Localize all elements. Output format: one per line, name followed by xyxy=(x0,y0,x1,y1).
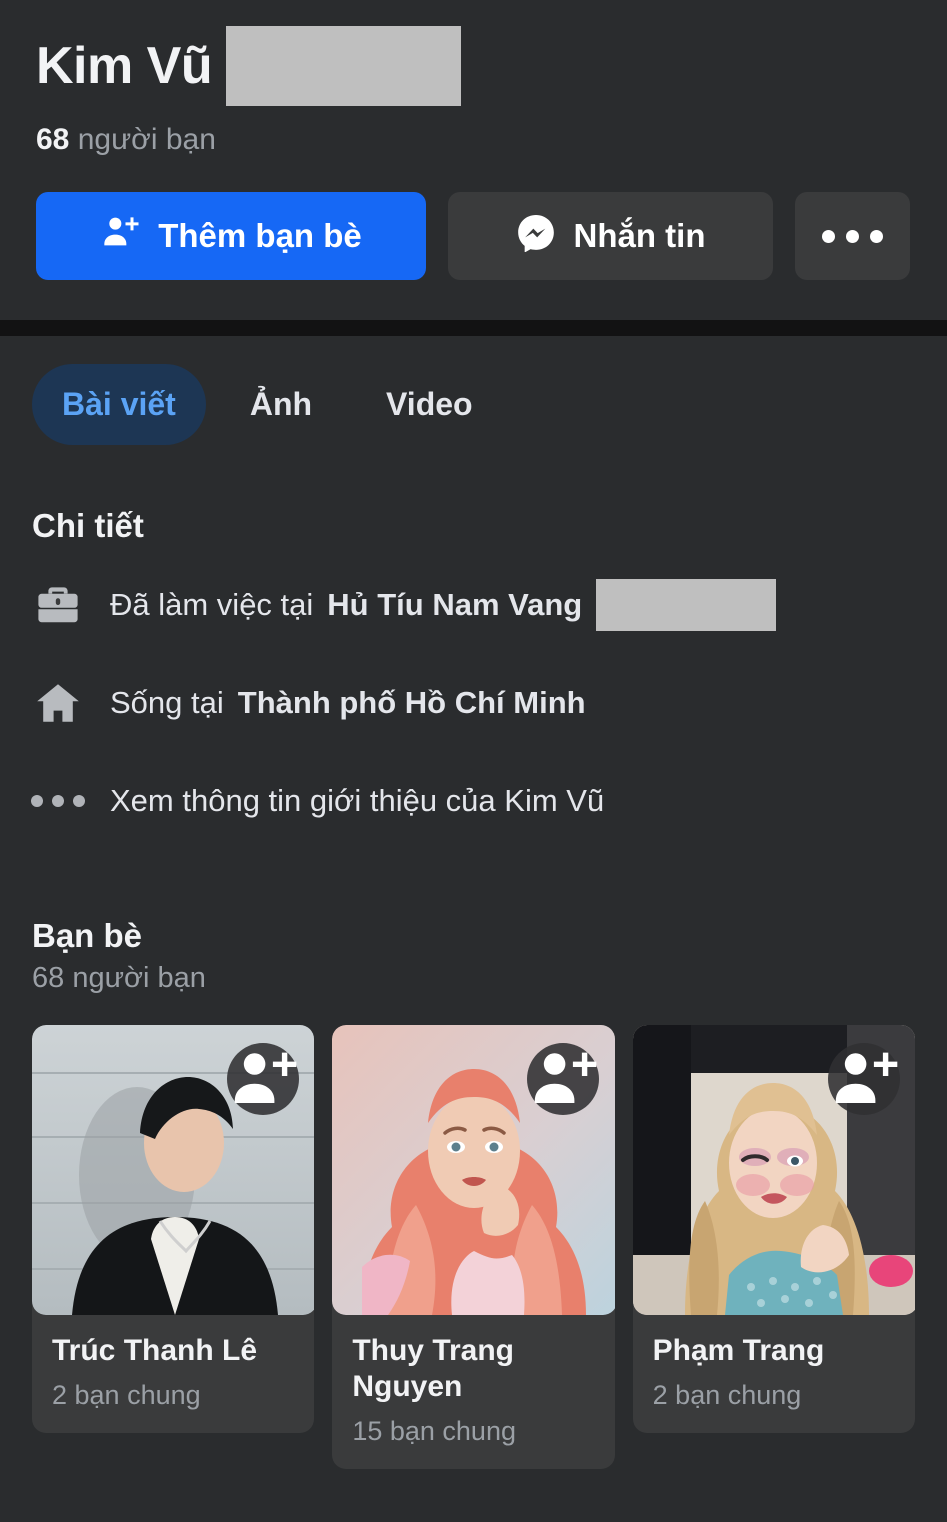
detail-work-emphasis: Hủ Tíu Nam Vang xyxy=(327,586,583,622)
friend-photo[interactable] xyxy=(32,1025,315,1315)
friend-name: Phạm Trang xyxy=(652,1334,825,1367)
ellipsis-icon xyxy=(31,775,85,827)
friend-name: Trúc Thanh Lê xyxy=(52,1334,258,1367)
section-divider xyxy=(0,320,947,336)
profile-screen: Kim Vũ 68 người bạn Thêm bạn bè Nhắn tin… xyxy=(0,0,947,1522)
details-section: Chi tiết Đã làm việc tại Hủ Tíu Nam Vang xyxy=(0,507,947,839)
add-friend-label: Thêm bạn bè xyxy=(158,217,362,254)
details-title: Chi tiết xyxy=(32,507,144,544)
detail-text-see-about: Xem thông tin giới thiệu của Kim Vũ xyxy=(110,782,605,818)
friends-grid: Trúc Thanh Lê 2 bạn chung Thuy Trang Ngu… xyxy=(32,1025,915,1470)
detail-text-work: Đã làm việc tại Hủ Tíu Nam Vang xyxy=(110,579,777,631)
friend-photo[interactable] xyxy=(332,1025,615,1315)
person-plus-icon xyxy=(100,212,140,260)
detail-city-emphasis: Thành phố Hồ Chí Minh xyxy=(237,684,586,720)
ellipsis-icon xyxy=(822,229,883,243)
friends-subtitle: 68 người bạn xyxy=(32,962,206,994)
add-friend-button[interactable]: Thêm bạn bè xyxy=(36,192,426,280)
profile-action-bar: Thêm bạn bè Nhắn tin xyxy=(36,192,911,280)
header-friend-count-value: 68 xyxy=(36,123,70,156)
detail-text-city: Sống tại Thành phố Hồ Chí Minh xyxy=(110,684,586,723)
more-options-button[interactable] xyxy=(795,192,910,280)
profile-tabs: Bài viết Ảnh Video xyxy=(0,336,947,445)
detail-row-city[interactable]: Sống tại Thành phố Hồ Chí Minh xyxy=(32,665,915,741)
friends-header: Bạn bè 68 người bạn xyxy=(32,917,915,995)
header-friend-count-label: người bạn xyxy=(77,123,216,156)
profile-header: Kim Vũ 68 người bạn Thêm bạn bè Nhắn tin xyxy=(0,0,947,320)
home-icon xyxy=(32,677,84,729)
friend-photo[interactable] xyxy=(632,1025,915,1315)
add-friend-badge[interactable] xyxy=(827,1043,900,1115)
tab-videos[interactable]: Video xyxy=(356,364,503,445)
header-friend-count[interactable]: 68 người bạn xyxy=(36,122,911,158)
detail-work-prefix: Đã làm việc tại xyxy=(110,586,314,622)
friends-title: Bạn bè xyxy=(32,917,143,954)
add-friend-badge[interactable] xyxy=(527,1043,600,1115)
briefcase-icon xyxy=(32,579,84,631)
detail-city-prefix: Sống tại xyxy=(110,684,224,720)
name-redaction-block xyxy=(226,26,462,106)
friend-name: Thuy Trang Nguyen xyxy=(352,1334,515,1403)
detail-row-work[interactable]: Đã làm việc tại Hủ Tíu Nam Vang xyxy=(32,567,915,643)
friends-section: Bạn bè 68 người bạn Trúc Thanh Lê 2 bạn … xyxy=(0,917,947,1470)
friend-mutual-count: 2 bạn chung xyxy=(52,1380,201,1410)
add-friend-badge[interactable] xyxy=(227,1043,299,1115)
friend-mutual-count: 2 bạn chung xyxy=(652,1380,802,1410)
tab-posts[interactable]: Bài viết xyxy=(32,364,206,445)
friend-card[interactable]: Thuy Trang Nguyen 15 bạn chung xyxy=(332,1025,615,1470)
messenger-icon xyxy=(516,212,556,260)
details-list: Đã làm việc tại Hủ Tíu Nam Vang Sống tại… xyxy=(31,567,915,839)
friend-card[interactable]: Trúc Thanh Lê 2 bạn chung xyxy=(32,1025,315,1434)
friend-card[interactable]: Phạm Trang 2 bạn chung xyxy=(632,1025,915,1434)
tab-photos[interactable]: Ảnh xyxy=(220,364,342,445)
detail-row-see-about[interactable]: Xem thông tin giới thiệu của Kim Vũ xyxy=(31,763,915,839)
page-title: Kim Vũ xyxy=(36,37,213,95)
profile-name-row: Kim Vũ xyxy=(36,18,911,114)
message-label: Nhắn tin xyxy=(573,217,706,254)
message-button[interactable]: Nhắn tin xyxy=(448,192,773,280)
friend-mutual-count: 15 bạn chung xyxy=(352,1416,516,1446)
work-redaction-block xyxy=(596,579,777,631)
